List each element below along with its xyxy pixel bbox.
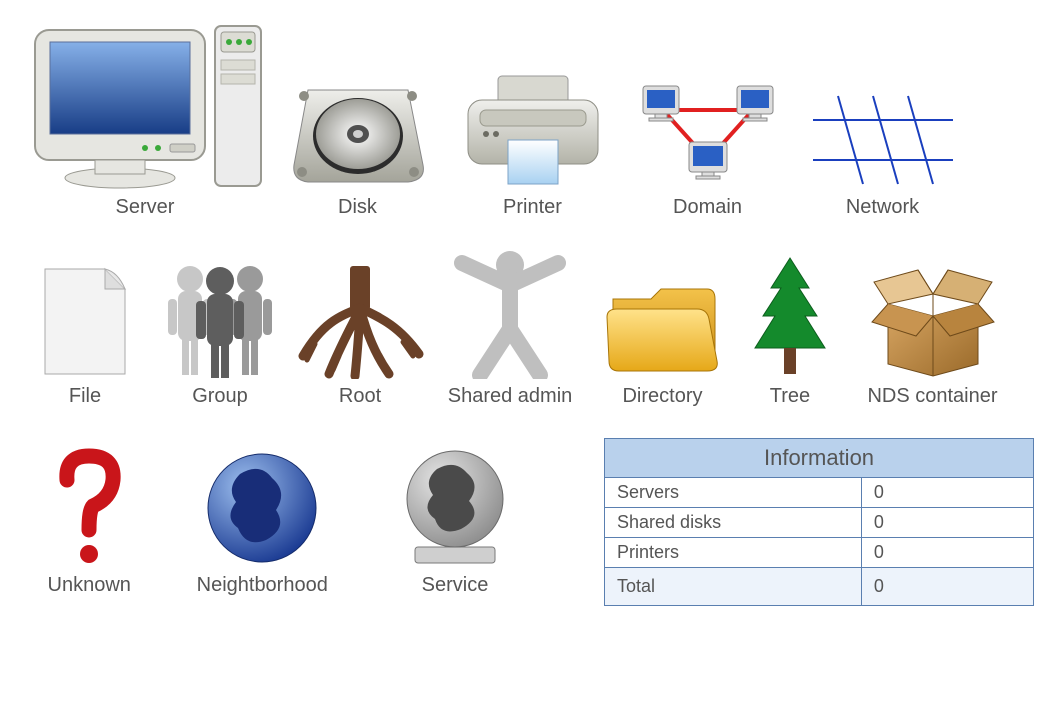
item-shared-admin: Shared admin <box>430 249 590 408</box>
item-label: File <box>69 385 101 408</box>
row-1: Server <box>20 20 1034 219</box>
item-label: Network <box>846 196 919 219</box>
unknown-icon <box>49 438 129 568</box>
item-network: Network <box>795 40 970 219</box>
item-label: Neightborhood <box>197 574 328 597</box>
item-label: Unknown <box>48 574 131 597</box>
item-label: Service <box>422 574 489 597</box>
item-label: NDS container <box>867 385 997 408</box>
item-directory: Directory <box>590 249 735 408</box>
group-icon <box>155 249 285 379</box>
shared-admin-icon <box>450 249 570 379</box>
item-label: Directory <box>622 385 702 408</box>
printer-icon <box>458 40 608 190</box>
item-label: Disk <box>338 196 377 219</box>
directory-icon <box>603 249 723 379</box>
item-server: Server <box>20 20 270 219</box>
server-icon <box>25 20 265 190</box>
info-row-total: Total 0 <box>605 568 1033 605</box>
item-label: Root <box>339 385 381 408</box>
network-icon <box>808 40 958 190</box>
info-row: Printers 0 <box>605 538 1033 568</box>
item-label: Domain <box>673 196 742 219</box>
info-value: 0 <box>862 508 1033 537</box>
item-printer: Printer <box>445 40 620 219</box>
domain-icon <box>633 40 783 190</box>
item-root: Root <box>290 249 430 408</box>
tree-icon <box>745 249 835 379</box>
row-3: Unknown Neightborhood Servi <box>20 438 1034 606</box>
service-icon <box>395 438 515 568</box>
item-label: Shared admin <box>448 385 573 408</box>
root-icon <box>295 249 425 379</box>
info-row: Servers 0 <box>605 478 1033 508</box>
item-neighborhood: Neightborhood <box>158 438 366 597</box>
info-total-key: Total <box>605 568 862 605</box>
file-icon <box>40 249 130 379</box>
item-file: File <box>20 249 150 408</box>
item-domain: Domain <box>620 40 795 219</box>
item-disk: Disk <box>270 40 445 219</box>
item-service: Service <box>366 438 544 597</box>
info-title: Information <box>605 439 1033 478</box>
item-label: Tree <box>770 385 810 408</box>
neighborhood-icon <box>202 438 322 568</box>
item-nds-container: NDS container <box>845 249 1020 408</box>
info-value: 0 <box>862 538 1033 567</box>
item-label: Group <box>192 385 248 408</box>
item-label: Server <box>116 196 175 219</box>
item-label: Printer <box>503 196 562 219</box>
item-group: Group <box>150 249 290 408</box>
nds-container-icon <box>868 249 998 379</box>
info-total-value: 0 <box>862 568 1033 605</box>
info-key: Printers <box>605 538 862 567</box>
row-2: File Group Root <box>20 249 1034 408</box>
info-row: Shared disks 0 <box>605 508 1033 538</box>
disk-icon <box>288 40 428 190</box>
info-key: Shared disks <box>605 508 862 537</box>
info-key: Servers <box>605 478 862 507</box>
item-tree: Tree <box>735 249 845 408</box>
information-table: Information Servers 0 Shared disks 0 Pri… <box>584 438 1034 606</box>
item-unknown: Unknown <box>20 438 158 597</box>
info-value: 0 <box>862 478 1033 507</box>
